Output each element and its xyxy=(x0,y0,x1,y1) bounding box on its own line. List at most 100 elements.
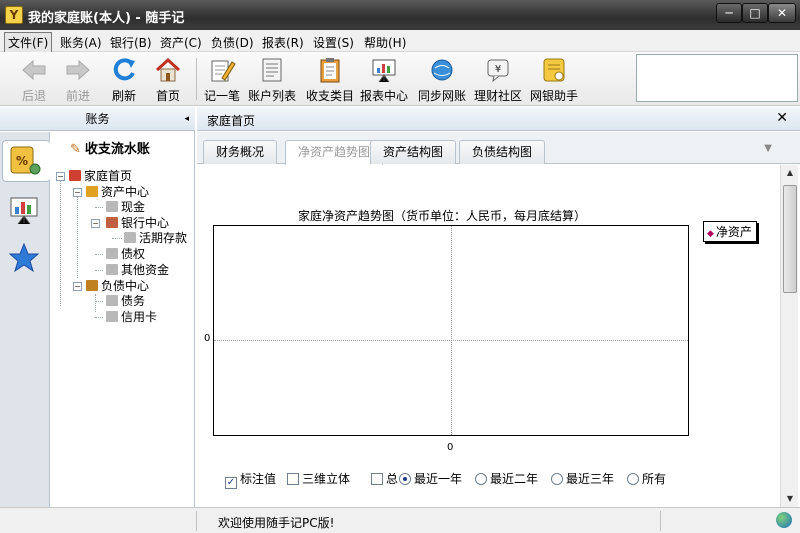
close-panel-button[interactable]: ✕ xyxy=(776,110,788,126)
tab-strip: 财务概况 净资产趋势图 资产结构图 负债结构图 ▼ xyxy=(197,132,800,165)
scroll-thumb[interactable] xyxy=(783,185,797,293)
radio-unselected[interactable] xyxy=(475,473,487,485)
toolbar-side-panel[interactable] xyxy=(636,54,798,102)
yuan-chat-icon: ¥ xyxy=(487,59,509,83)
vtab-reports[interactable] xyxy=(4,190,46,232)
menu-liabilities[interactable]: 负债(D) xyxy=(208,33,257,52)
tree-home[interactable]: 家庭首页 xyxy=(69,168,132,184)
menu-help[interactable]: 帮助(H) xyxy=(361,33,409,52)
close-window-button[interactable]: ✕ xyxy=(768,3,796,23)
record-button[interactable]: 记一笔 xyxy=(194,56,250,104)
accounts-button[interactable]: 账户列表 xyxy=(244,56,300,104)
categories-button[interactable]: 收支类目 xyxy=(302,56,358,104)
pencil-notebook-icon xyxy=(211,60,236,82)
tree-deposit[interactable]: 活期存款 xyxy=(124,230,187,246)
tree-line xyxy=(95,270,103,271)
checkbox-checked[interactable]: ✓ xyxy=(225,477,237,489)
vertical-scrollbar[interactable]: ▲ ▼ xyxy=(780,165,798,507)
tree-debt-claim-label: 债权 xyxy=(121,247,146,261)
menu-reports[interactable]: 报表(R) xyxy=(259,33,307,52)
menu-accounting[interactable]: 账务(A) xyxy=(57,33,105,52)
community-label: 理财社区 xyxy=(473,89,522,103)
reports-button[interactable]: 报表中心 xyxy=(356,56,412,104)
x-tick-label: 0 xyxy=(447,442,454,453)
minimize-button[interactable]: ─ xyxy=(716,3,742,23)
tab-liability-structure[interactable]: 负债结构图 xyxy=(459,140,546,164)
expand-toggle[interactable]: − xyxy=(56,172,65,181)
community-button[interactable]: ¥ 理财社区 xyxy=(470,56,526,104)
tree-debt-claim[interactable]: 债权 xyxy=(106,246,145,262)
tree-cash[interactable]: 现金 xyxy=(106,199,145,215)
tab-net-asset-trend[interactable]: 净资产趋势图 xyxy=(285,140,384,165)
folder-icon xyxy=(106,264,118,275)
radio-selected[interactable] xyxy=(399,473,411,485)
ledger-title[interactable]: ✎ 收支流水账 xyxy=(70,142,150,158)
expand-toggle[interactable]: − xyxy=(91,219,100,228)
scroll-up-icon[interactable]: ▲ xyxy=(781,165,799,181)
scroll-down-icon[interactable]: ▼ xyxy=(781,491,799,507)
collapse-panel-button[interactable]: ◂ xyxy=(184,107,189,131)
sync-label: 同步网账 xyxy=(417,89,466,103)
menu-bank[interactable]: 银行(B) xyxy=(107,33,155,52)
asset-folder-icon xyxy=(86,186,98,197)
folder-icon xyxy=(124,232,136,243)
pencil-icon: ✎ xyxy=(70,142,81,157)
tree-line xyxy=(77,192,78,278)
tree-assets[interactable]: 资产中心 xyxy=(86,184,149,200)
menu-settings[interactable]: 设置(S) xyxy=(310,33,357,52)
chart-area: 家庭净资产趋势图（货币单位：人民币，每月底结算） 0 0 ◆ 净资产 ✓ 标注值 三… xyxy=(197,165,779,507)
tree-other-funds[interactable]: 其他资金 xyxy=(106,262,169,278)
legend-label: 净资产 xyxy=(715,225,752,239)
vtab-accounting[interactable]: % xyxy=(2,140,50,182)
accounts-label: 账户列表 xyxy=(247,89,296,103)
range-all-label: 所有 xyxy=(642,472,667,486)
expand-toggle[interactable]: − xyxy=(73,188,82,197)
tree-line xyxy=(60,176,61,306)
tree-line xyxy=(112,238,122,239)
tree-credit-card[interactable]: 信用卡 xyxy=(106,309,157,325)
tree-debt[interactable]: 债务 xyxy=(106,293,145,309)
clipboard-icon xyxy=(320,58,340,83)
menu-file[interactable]: 文件(F) xyxy=(4,32,53,53)
range-all-radio[interactable]: 所有 xyxy=(627,470,666,487)
folder-icon xyxy=(106,295,118,306)
sync-button[interactable]: 同步网账 xyxy=(414,56,470,104)
money-bag-icon xyxy=(86,280,98,291)
left-panel-header: 账务 ◂ xyxy=(0,107,195,131)
tab-asset-structure[interactable]: 资产结构图 xyxy=(370,140,457,164)
three-d-checkbox[interactable]: 三维立体 xyxy=(287,470,350,487)
total-checkbox[interactable]: 总 xyxy=(371,470,398,487)
tree-assets-label: 资产中心 xyxy=(101,185,150,199)
tree-debt-label: 债务 xyxy=(121,294,146,308)
globe-icon[interactable] xyxy=(776,512,792,528)
range-last-two-years-radio[interactable]: 最近二年 xyxy=(475,470,538,487)
expand-toggle[interactable]: − xyxy=(73,282,82,291)
bank-helper-button[interactable]: 网银助手 xyxy=(526,56,582,104)
menu-assets[interactable]: 资产(C) xyxy=(157,33,205,52)
app-icon: Y xyxy=(5,6,23,24)
status-bar: 欢迎使用随手记PC版! xyxy=(0,507,800,533)
vtab-favorites[interactable] xyxy=(4,238,46,280)
tab-overview[interactable]: 财务概况 xyxy=(203,140,278,164)
tree-liabilities[interactable]: 负债中心 xyxy=(86,278,149,294)
tree-bank[interactable]: 银行中心 xyxy=(106,215,169,231)
tree-credit-card-label: 信用卡 xyxy=(121,310,158,324)
tree-line xyxy=(95,301,103,302)
radio-unselected[interactable] xyxy=(551,473,563,485)
tree-line xyxy=(95,207,103,208)
maximize-button[interactable]: □ xyxy=(742,3,768,23)
range-last-three-years-radio[interactable]: 最近三年 xyxy=(551,470,614,487)
tab-list-dropdown-icon[interactable]: ▼ xyxy=(764,143,772,154)
checkbox-unchecked[interactable] xyxy=(371,473,383,485)
radio-unselected[interactable] xyxy=(627,473,639,485)
checkbox-unchecked[interactable] xyxy=(287,473,299,485)
toolbar: 后退 前进 刷新 首页 记一笔 账户列表 收支类目 报表中心 同步网账 ¥ 理财… xyxy=(0,52,800,106)
three-d-label: 三维立体 xyxy=(302,472,351,486)
range-last-three-years-label: 最近三年 xyxy=(566,472,615,486)
star-icon xyxy=(8,242,40,273)
home-button[interactable]: 首页 xyxy=(140,56,196,104)
account-list-icon xyxy=(262,58,282,82)
folder-icon xyxy=(106,311,118,322)
show-values-checkbox[interactable]: ✓ 标注值 xyxy=(225,470,276,489)
range-last-year-radio[interactable]: 最近一年 xyxy=(399,470,462,487)
